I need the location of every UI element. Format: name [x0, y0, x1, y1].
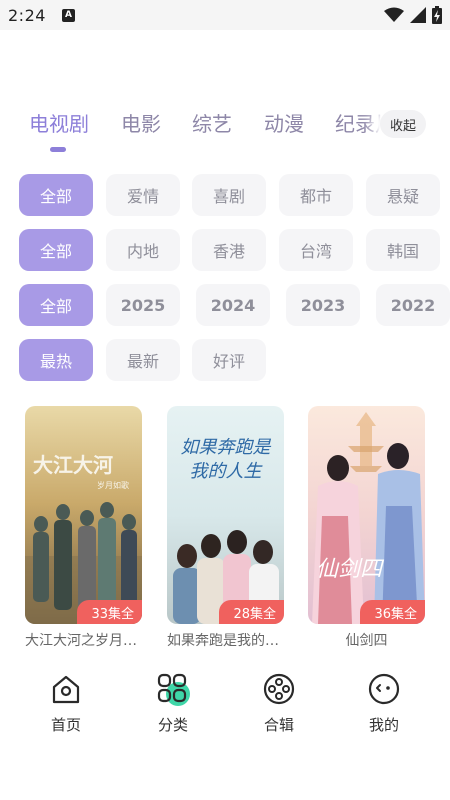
nav-label-home: 首页: [50, 716, 81, 734]
filter-chip-genre-all[interactable]: 全部: [19, 174, 93, 216]
filter-row-sort: 最热 最新 好评: [0, 339, 450, 381]
show-poster[interactable]: 大江大河 岁月如歌 33集全: [25, 406, 142, 624]
sort-chip-top-rated[interactable]: 好评: [192, 339, 266, 381]
show-card[interactable]: 仙剑四 36集全 仙剑四: [308, 406, 425, 650]
status-icons: [384, 6, 442, 24]
nav-label-profile: 我的: [368, 716, 399, 734]
filter-chip-mystery[interactable]: 悬疑: [366, 174, 440, 216]
tab-variety[interactable]: 综艺: [192, 108, 232, 137]
filter-chip-year-all[interactable]: 全部: [19, 284, 93, 326]
tab-tv-series[interactable]: 电视剧: [29, 108, 89, 137]
status-bar: 2:24 A: [0, 0, 450, 30]
show-title[interactable]: 仙剑四: [308, 630, 425, 650]
filter-chip-region-all[interactable]: 全部: [19, 229, 93, 271]
status-time: 2:24: [8, 5, 46, 25]
sort-chip-hottest[interactable]: 最热: [19, 339, 93, 381]
film-reel-icon: [263, 673, 295, 705]
filter-chip-2023[interactable]: 2023: [286, 284, 360, 326]
filter-chip-2025[interactable]: 2025: [106, 284, 180, 326]
episode-badge: 28集全: [219, 600, 284, 624]
active-tab-indicator: [50, 147, 66, 152]
nav-item-category[interactable]: 分类: [133, 672, 213, 735]
poster-subtitle-text: 岁月如歌: [97, 480, 129, 490]
category-icon: [157, 673, 190, 706]
show-title[interactable]: 如果奔跑是我的人生: [167, 630, 284, 650]
filter-row-genre: 全部 爱情 喜剧 都市 悬疑: [0, 174, 450, 216]
filter-chip-2022[interactable]: 2022: [376, 284, 450, 326]
poster-image: 大江大河 岁月如歌: [25, 406, 142, 624]
wifi-icon: [384, 7, 404, 22]
filter-chip-comedy[interactable]: 喜剧: [192, 174, 266, 216]
poster-image: 如果奔跑是我的人生: [167, 406, 284, 624]
show-title[interactable]: 大江大河之岁月如歌: [25, 630, 142, 650]
tab-anime[interactable]: 动漫: [264, 108, 304, 137]
show-card[interactable]: 如果奔跑是我的人生 28集全 如果奔跑是我的人生: [167, 406, 284, 650]
signal-icon: [410, 7, 426, 23]
filter-chip-korea[interactable]: 韩国: [366, 229, 440, 271]
filter-row-year: 全部 2025 2024 2023 2022: [0, 284, 450, 326]
profile-face-icon: [368, 673, 400, 705]
episode-badge: 36集全: [360, 600, 425, 624]
episode-badge: 33集全: [77, 600, 142, 624]
filter-chip-taiwan[interactable]: 台湾: [279, 229, 353, 271]
filter-row-region: 全部 内地 香港 台湾 韩国: [0, 229, 450, 271]
poster-image: 仙剑四: [308, 406, 425, 624]
home-icon: [52, 675, 80, 704]
nav-label-category: 分类: [157, 716, 188, 734]
poster-title-text: 仙剑四: [316, 557, 385, 582]
nav-item-profile[interactable]: 我的: [344, 672, 424, 735]
poster-title-text: 大江大河: [33, 453, 113, 477]
nav-label-collection: 合辑: [263, 716, 294, 734]
nav-item-home[interactable]: 首页: [26, 672, 106, 735]
show-poster[interactable]: 如果奔跑是我的人生 28集全: [167, 406, 284, 624]
bottom-nav: 首页 分类 合辑 我的: [0, 672, 450, 742]
filter-chip-urban[interactable]: 都市: [279, 174, 353, 216]
collapse-button[interactable]: 收起: [380, 110, 426, 138]
sort-chip-newest[interactable]: 最新: [106, 339, 180, 381]
poster-title-text: 如果奔跑是我的人生: [180, 437, 271, 482]
tab-movies[interactable]: 电影: [121, 108, 161, 137]
filter-chip-mainland[interactable]: 内地: [106, 229, 180, 271]
show-poster[interactable]: 仙剑四 36集全: [308, 406, 425, 624]
nav-item-collection[interactable]: 合辑: [239, 672, 319, 735]
battery-icon: [432, 6, 442, 24]
notification-icon: A: [61, 8, 75, 22]
filter-chip-romance[interactable]: 爱情: [106, 174, 180, 216]
app-screen: 2:24 A 电视剧 电影 综艺 动漫 纪录片 收起 全部 爱情 喜剧 都市 悬…: [0, 0, 450, 800]
filter-chip-2024[interactable]: 2024: [196, 284, 270, 326]
show-card[interactable]: 大江大河 岁月如歌 33集全 大江大河之岁月如歌: [25, 406, 142, 650]
filter-chip-hongkong[interactable]: 香港: [192, 229, 266, 271]
